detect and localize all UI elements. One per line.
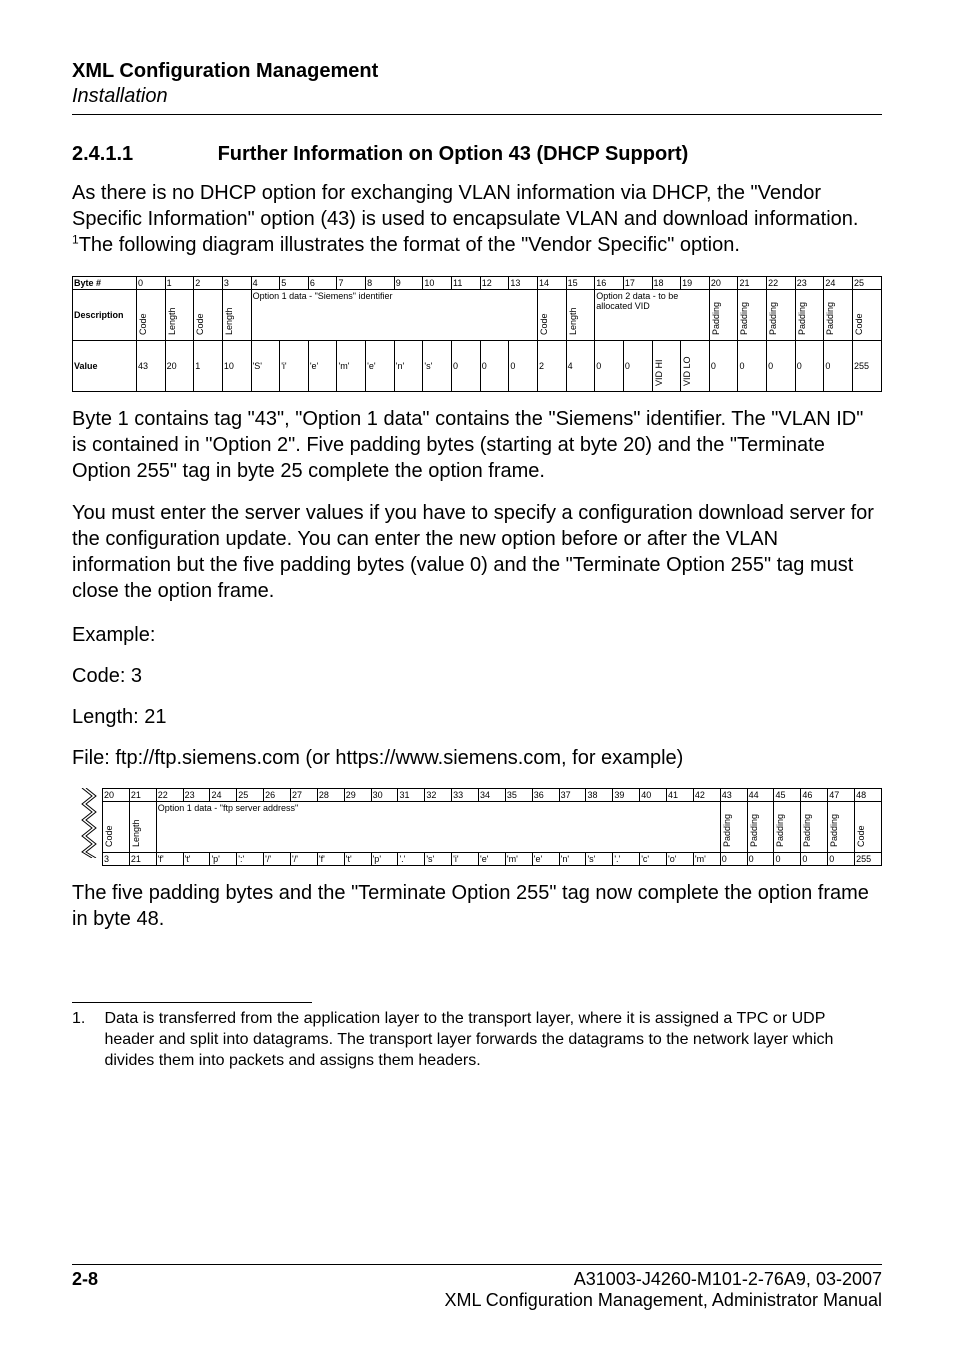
table-1-option1-label: Option 1 data - "Siemens" identifier (251, 290, 537, 341)
page: XML Configuration Management Installatio… (0, 0, 954, 1351)
paragraph-1: As there is no DHCP option for exchangin… (72, 180, 882, 258)
table-2-value-row: 3 21 'f' 't' 'p' ':' '/' '/' 'f' 't' 'p'… (103, 853, 882, 866)
paragraph-3: You must enter the server values if you … (72, 500, 882, 604)
header-separator (72, 114, 882, 115)
footer-doc-id: A31003-J4260-M101-2-76A9, 03-2007 (72, 1269, 882, 1290)
paragraph-2: Byte 1 contains tag "43", "Option 1 data… (72, 406, 882, 484)
table-1-desc-row: Description Code Length Code Length Opti… (73, 290, 882, 341)
paragraph-1a: As there is no DHCP option for exchangin… (72, 182, 858, 230)
table-2-desc-row: Code Length Option 1 data - "ftp server … (103, 802, 882, 853)
table-1-byte-label: Byte # (73, 277, 137, 290)
footnote-ref: 1 (72, 232, 79, 246)
footnote: 1. Data is transferred from the applicat… (72, 1009, 882, 1071)
example-block: Example: Code: 3 Length: 21 File: ftp://… (72, 620, 882, 774)
footnote-separator (72, 1002, 312, 1003)
header-subtitle: Installation (72, 85, 882, 108)
example-file: File: ftp://ftp.siemens.com (or https://… (72, 743, 882, 774)
page-footer: 2-8 A31003-J4260-M101-2-76A9, 03-2007 XM… (72, 1264, 882, 1311)
section-heading: 2.4.1.1 Further Information on Option 43… (72, 143, 882, 166)
table-2-byte-row: 20 21 22 23 24 25 26 27 28 29 30 31 32 3… (103, 789, 882, 802)
footer-doc-title: XML Configuration Management, Administra… (72, 1290, 882, 1311)
example-code: Code: 3 (72, 661, 882, 692)
paragraph-1b: The following diagram illustrates the fo… (79, 234, 740, 256)
table-2-option-label: Option 1 data - "ftp server address" (156, 802, 720, 853)
paragraph-4: The five padding bytes and the "Terminat… (72, 880, 882, 932)
table-1-value-row: Value 43 20 1 10 'S' 'i' 'e' 'm' 'e' 'n'… (73, 341, 882, 392)
example-length: Length: 21 (72, 702, 882, 733)
example-label: Example: (72, 620, 882, 651)
footnote-number: 1. (72, 1009, 100, 1030)
section-title: Further Information on Option 43 (DHCP S… (218, 143, 689, 165)
section-number: 2.4.1.1 (72, 143, 212, 166)
table-1-desc-label: Description (73, 290, 137, 341)
table-1-option2-label: Option 2 data - to be allocated VID (595, 290, 710, 341)
footer-page-number: 2-8 (72, 1269, 98, 1290)
footnote-text: Data is transferred from the application… (104, 1009, 844, 1071)
zigzag-icon (72, 788, 102, 858)
table-1-value-label: Value (73, 341, 137, 392)
table-1-byte-row: Byte # 0 1 2 3 4 5 6 7 8 9 10 11 12 13 1… (73, 277, 882, 290)
header-title: XML Configuration Management (72, 60, 882, 83)
table-1: Byte # 0 1 2 3 4 5 6 7 8 9 10 11 12 13 1… (72, 276, 882, 392)
table-2: 20 21 22 23 24 25 26 27 28 29 30 31 32 3… (72, 788, 882, 866)
